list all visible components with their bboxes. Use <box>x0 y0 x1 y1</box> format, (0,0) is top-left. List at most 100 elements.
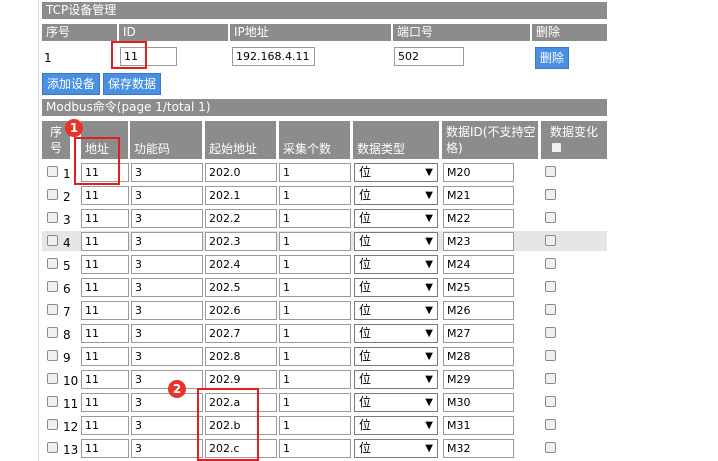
row-change-checkbox[interactable] <box>545 373 556 384</box>
row-dataid-input[interactable] <box>443 186 514 205</box>
row-start-input[interactable] <box>205 278 277 297</box>
row-dataid-input[interactable] <box>443 232 514 251</box>
row-func-input[interactable] <box>131 370 203 389</box>
row-start-input[interactable] <box>205 163 277 182</box>
row-count-input[interactable] <box>279 186 351 205</box>
row-dataid-input[interactable] <box>443 301 514 320</box>
tcp-delete-button[interactable]: 删除 <box>535 47 570 69</box>
row-address-input[interactable] <box>81 278 129 297</box>
row-change-checkbox[interactable] <box>545 327 556 338</box>
row-count-input[interactable] <box>279 370 351 389</box>
row-address-input[interactable] <box>81 347 129 366</box>
row-dtype-select[interactable]: 位 ▼ <box>354 370 438 389</box>
row-func-input[interactable] <box>131 232 203 251</box>
save-data-button[interactable]: 保存数据 <box>103 73 162 95</box>
row-change-checkbox[interactable] <box>545 396 556 407</box>
row-dataid-input[interactable] <box>443 370 514 389</box>
row-change-checkbox[interactable] <box>545 419 556 430</box>
row-dtype-select[interactable]: 位 ▼ <box>354 209 438 228</box>
row-dtype-select[interactable]: 位 ▼ <box>354 439 438 458</box>
row-dataid-input[interactable] <box>443 163 514 182</box>
row-address-input[interactable] <box>81 393 129 412</box>
add-device-button[interactable]: 添加设备 <box>42 73 101 95</box>
row-change-checkbox[interactable] <box>545 235 556 246</box>
row-start-input[interactable] <box>205 347 277 366</box>
row-start-input[interactable] <box>205 255 277 274</box>
row-dtype-select[interactable]: 位 ▼ <box>354 324 438 343</box>
row-dataid-input[interactable] <box>443 278 514 297</box>
row-select-checkbox[interactable] <box>47 327 58 338</box>
row-address-input[interactable] <box>81 186 129 205</box>
row-change-checkbox[interactable] <box>545 212 556 223</box>
row-address-input[interactable] <box>81 232 129 251</box>
row-dtype-select[interactable]: 位 ▼ <box>354 255 438 274</box>
row-change-checkbox[interactable] <box>545 350 556 361</box>
row-dtype-select[interactable]: 位 ▼ <box>354 416 438 435</box>
row-change-checkbox[interactable] <box>545 442 556 453</box>
row-count-input[interactable] <box>279 163 351 182</box>
row-dataid-input[interactable] <box>443 347 514 366</box>
row-address-input[interactable] <box>81 416 129 435</box>
row-select-checkbox[interactable] <box>47 166 58 177</box>
row-select-checkbox[interactable] <box>47 442 58 453</box>
row-count-input[interactable] <box>279 255 351 274</box>
row-start-input[interactable] <box>205 301 277 320</box>
row-count-input[interactable] <box>279 416 351 435</box>
row-select-checkbox[interactable] <box>47 189 58 200</box>
row-start-input[interactable] <box>205 232 277 251</box>
row-dtype-select[interactable]: 位 ▼ <box>354 301 438 320</box>
row-count-input[interactable] <box>279 324 351 343</box>
row-func-input[interactable] <box>131 439 203 458</box>
row-change-checkbox[interactable] <box>545 166 556 177</box>
row-address-input[interactable] <box>81 439 129 458</box>
row-address-input[interactable] <box>81 255 129 274</box>
row-count-input[interactable] <box>279 209 351 228</box>
row-dataid-input[interactable] <box>443 393 514 412</box>
row-address-input[interactable] <box>81 209 129 228</box>
row-start-input[interactable] <box>205 370 277 389</box>
row-count-input[interactable] <box>279 278 351 297</box>
row-func-input[interactable] <box>131 278 203 297</box>
row-count-input[interactable] <box>279 393 351 412</box>
row-change-checkbox[interactable] <box>545 304 556 315</box>
row-select-checkbox[interactable] <box>47 304 58 315</box>
row-select-checkbox[interactable] <box>47 258 58 269</box>
row-dtype-select[interactable]: 位 ▼ <box>354 163 438 182</box>
select-all-change-checkbox[interactable] <box>551 142 562 153</box>
row-count-input[interactable] <box>279 439 351 458</box>
row-func-input[interactable] <box>131 416 203 435</box>
row-select-checkbox[interactable] <box>47 373 58 384</box>
row-func-input[interactable] <box>131 255 203 274</box>
row-change-checkbox[interactable] <box>545 189 556 200</box>
row-func-input[interactable] <box>131 186 203 205</box>
row-select-checkbox[interactable] <box>47 212 58 223</box>
row-select-checkbox[interactable] <box>47 419 58 430</box>
row-start-input[interactable] <box>205 324 277 343</box>
row-dataid-input[interactable] <box>443 416 514 435</box>
tcp-port-input[interactable] <box>394 47 464 66</box>
row-dataid-input[interactable] <box>443 209 514 228</box>
row-count-input[interactable] <box>279 347 351 366</box>
row-dtype-select[interactable]: 位 ▼ <box>354 347 438 366</box>
row-dtype-select[interactable]: 位 ▼ <box>354 393 438 412</box>
row-func-input[interactable] <box>131 347 203 366</box>
row-dataid-input[interactable] <box>443 439 514 458</box>
row-count-input[interactable] <box>279 301 351 320</box>
row-select-checkbox[interactable] <box>47 350 58 361</box>
row-select-checkbox[interactable] <box>47 281 58 292</box>
tcp-ip-input[interactable] <box>232 47 315 66</box>
row-dtype-select[interactable]: 位 ▼ <box>354 278 438 297</box>
row-func-input[interactable] <box>131 324 203 343</box>
row-select-checkbox[interactable] <box>47 396 58 407</box>
row-func-input[interactable] <box>131 163 203 182</box>
row-address-input[interactable] <box>81 324 129 343</box>
row-count-input[interactable] <box>279 232 351 251</box>
row-change-checkbox[interactable] <box>545 258 556 269</box>
row-func-input[interactable] <box>131 301 203 320</box>
row-address-input[interactable] <box>81 370 129 389</box>
row-change-checkbox[interactable] <box>545 281 556 292</box>
row-dtype-select[interactable]: 位 ▼ <box>354 232 438 251</box>
row-start-input[interactable] <box>205 186 277 205</box>
row-select-checkbox[interactable] <box>47 235 58 246</box>
row-address-input[interactable] <box>81 301 129 320</box>
